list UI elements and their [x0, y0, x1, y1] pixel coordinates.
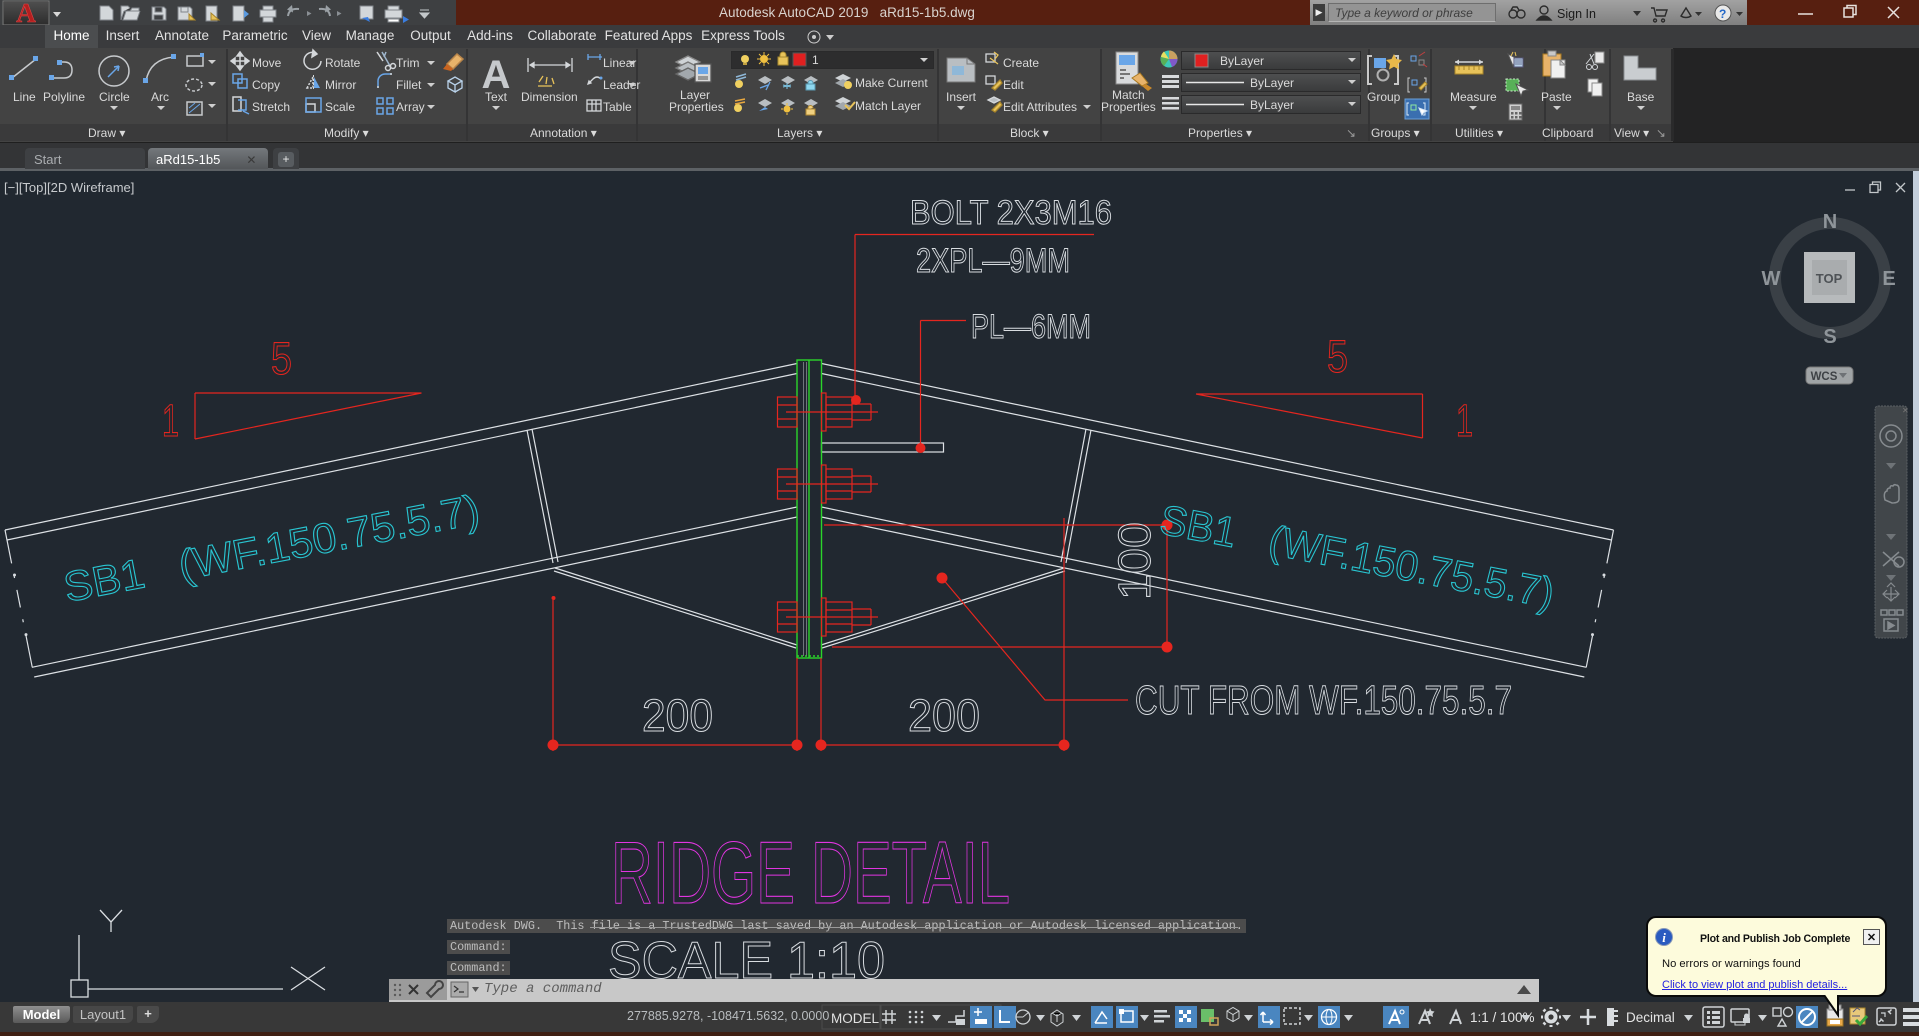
svg-text:2XPL—9MM: 2XPL—9MM: [916, 242, 1070, 280]
svg-text:RIDGE DETAIL: RIDGE DETAIL: [611, 823, 1010, 922]
svg-text:WCS: WCS: [1811, 371, 1838, 383]
svg-text:?: ?: [1719, 7, 1726, 21]
svg-text:SB1 (WF.150.75.5.7): SB1 (WF.150.75.5.7): [60, 486, 483, 611]
svg-text:1: 1: [162, 395, 179, 446]
svg-text:i: i: [1662, 930, 1666, 945]
svg-text:Decimal: Decimal: [1626, 1010, 1675, 1025]
svg-text:SB1 (WF.150.75.5.7): SB1 (WF.150.75.5.7): [1156, 496, 1558, 617]
svg-text:E: E: [1882, 268, 1895, 290]
svg-text:A: A: [16, 0, 36, 25]
svg-text:5: 5: [1327, 331, 1348, 382]
svg-text:5: 5: [271, 333, 292, 384]
svg-text:CUT FROM WF.150.75.5.7: CUT FROM WF.150.75.5.7: [1135, 677, 1512, 723]
svg-text:S: S: [1823, 326, 1836, 348]
svg-text:1: 1: [1456, 395, 1473, 446]
svg-text:200: 200: [642, 690, 713, 741]
svg-text:A: A: [482, 53, 511, 97]
svg-text:✕: ✕: [1902, 406, 1909, 415]
svg-text:Sign In: Sign In: [1557, 7, 1596, 21]
svg-text:TOP: TOP: [1816, 271, 1843, 286]
svg-text:100: 100: [1109, 522, 1160, 600]
svg-text:W: W: [1762, 268, 1781, 290]
svg-text:200: 200: [908, 690, 980, 741]
svg-text:N: N: [1823, 211, 1837, 233]
svg-text:BOLT 2X3M16: BOLT 2X3M16: [910, 194, 1112, 232]
svg-text:PL—6MM: PL—6MM: [971, 308, 1091, 346]
svg-text:MODEL: MODEL: [831, 1011, 880, 1026]
